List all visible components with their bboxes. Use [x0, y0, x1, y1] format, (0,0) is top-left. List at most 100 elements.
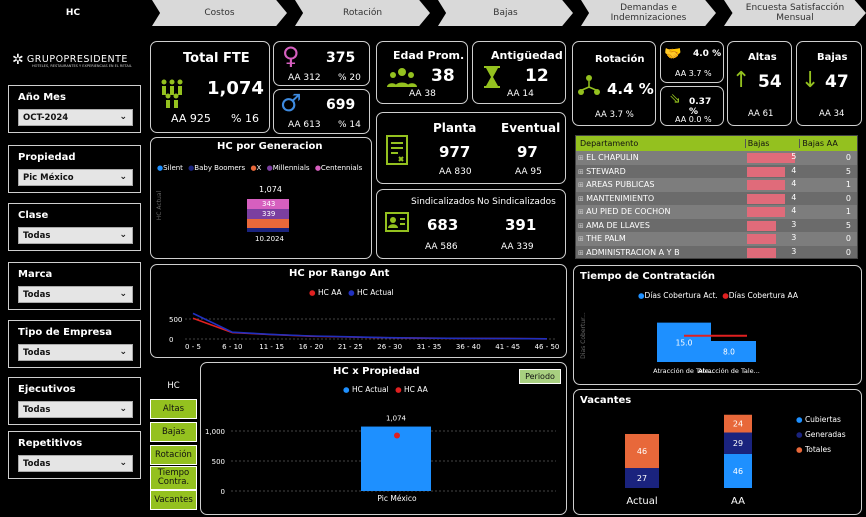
prop-chart: 1,000 500 0 1,074 Pic México [205, 415, 556, 503]
rotacion-value: 4.4 % [607, 80, 654, 98]
filter-0: Año Mes OCT-2024 ⌄ [8, 85, 141, 133]
chevron-down-icon: ⌄ [119, 172, 127, 182]
prop-ytick: 1,000 [205, 428, 225, 436]
filter-label: Marca [18, 269, 53, 280]
filter-6: Repetitivos Todas ⌄ [8, 431, 141, 479]
table-row[interactable]: ⊞ THE PALM 3 0 [576, 232, 857, 246]
filter-value: Todas [23, 459, 51, 469]
nav-tab-costos[interactable]: Costos [152, 0, 287, 26]
filter-select[interactable]: Todas ⌄ [18, 344, 133, 361]
header-bajas[interactable]: Bajas [744, 139, 800, 148]
planta-card: Planta 977 AA 830 Eventual 97 AA 95 [376, 112, 566, 184]
legend-centennials: Centennials [320, 164, 363, 172]
dept-name: STEWARD [586, 166, 626, 176]
table-row[interactable]: ⊞ AREAS PUBLICAS 4 1 [576, 178, 857, 192]
filter-label: Ejecutivos [18, 384, 76, 395]
rango-ytick: 0 [169, 336, 173, 344]
rot-inv-value: 0.37 % [689, 97, 712, 117]
rango-series-0 [192, 317, 548, 340]
vacantes-segment-label: 29 [733, 439, 743, 448]
table-row[interactable]: ⊞ AU PIED DE COCHON 4 1 [576, 205, 857, 219]
fte-value: 1,074 [207, 78, 264, 99]
expand-icon[interactable]: ⊞ [578, 181, 586, 189]
male-aa: AA 613 [288, 120, 321, 130]
group-icon [387, 68, 417, 87]
rango-ytick: 500 [169, 316, 182, 324]
chevron-down-icon: ⌄ [119, 112, 127, 122]
periodo-button[interactable]: Periodo [519, 369, 561, 384]
filter-4: Tipo de Empresa Todas ⌄ [8, 320, 141, 368]
header-bajas-aa[interactable]: Bajas AA [799, 139, 857, 148]
fte-pct: % 16 [231, 112, 259, 125]
nav-tab-rotacion[interactable]: Rotación [295, 0, 430, 26]
vacantes-title: Vacantes [580, 395, 632, 406]
hourglass-icon [484, 66, 500, 88]
generacion-legend: ●Silent ●Baby Boomers ●X ●Millennials ●C… [157, 164, 363, 172]
chevron-down-icon: ⌄ [119, 347, 127, 357]
bajas-aa: AA 34 [819, 109, 845, 119]
antiguedad-title: Antigüedad [491, 49, 563, 62]
table-row[interactable]: ⊞ STEWARD 4 5 [576, 164, 857, 178]
rango-xtick: 36 - 40 [456, 343, 481, 351]
expand-icon[interactable]: ⊞ [578, 154, 586, 162]
tab-bajas[interactable]: Bajas [150, 422, 197, 442]
legend-prop-actual: HC Actual [351, 385, 389, 394]
filter-select[interactable]: OCT-2024 ⌄ [18, 109, 133, 126]
table-row[interactable]: ⊞ MANTENIMIENTO 4 0 [576, 191, 857, 205]
expand-icon[interactable]: ⊞ [578, 168, 586, 176]
document-icon [386, 135, 408, 165]
nav-tab-bajas[interactable]: Bajas [438, 0, 573, 26]
table-row[interactable]: ⊞ EL CHAPULIN 5 0 [576, 151, 857, 165]
arrow-up-icon: ↑ [732, 68, 751, 93]
dept-bajas: 5 [791, 152, 797, 162]
tab-vacantes[interactable]: Vacantes [150, 490, 197, 510]
dept-bajas-aa: 5 [845, 220, 851, 230]
filter-select[interactable]: Todas ⌄ [18, 227, 133, 244]
prop-xtick: Pic México [377, 494, 417, 503]
contrat-xtick: Atracción de Tale... [698, 367, 760, 375]
nav-tab-demandas[interactable]: Demandas e Indemnizaciones [581, 0, 716, 26]
filter-select[interactable]: Todas ⌄ [18, 455, 133, 472]
vacantes-xtick: AA [731, 496, 745, 507]
expand-icon[interactable]: ⊞ [578, 208, 586, 216]
antiguedad-aa: AA 14 [507, 89, 534, 99]
rango-title: HC por Rango Ant [289, 268, 390, 279]
planta-aa: AA 830 [439, 167, 472, 177]
tab-tiempo-contra[interactable]: Tiempo Contra. [150, 466, 197, 490]
bajas-bar [746, 180, 785, 191]
vacantes-segment-label: 46 [637, 447, 647, 456]
expand-icon[interactable]: ⊞ [578, 235, 586, 243]
planta-title: Planta [433, 121, 477, 135]
female-card: ♀ 375 AA 312 % 20 [273, 41, 370, 86]
expand-icon[interactable]: ⊞ [578, 249, 586, 257]
vacantes-legend: ● Cubiertas ● Generadas ● Totales [796, 415, 846, 454]
male-card: ♂ 699 AA 613 % 14 [273, 89, 370, 134]
filter-select[interactable]: Todas ⌄ [18, 401, 133, 418]
departamento-table: Departamento Bajas Bajas AA ⊞ EL CHAPULI… [575, 135, 858, 259]
expand-icon[interactable]: ⊞ [578, 195, 586, 203]
altas-aa: AA 61 [748, 109, 774, 119]
nav-tab-encuesta[interactable]: Encuesta Satisfacción Mensual [724, 0, 866, 26]
logo-icon: ✲ [12, 52, 24, 68]
bajas-bar [746, 234, 776, 245]
header-departamento[interactable]: Departamento [576, 139, 745, 148]
table-row[interactable]: ⊞ ADMINISTRACION A Y B 3 0 [576, 245, 857, 258]
tab-hc[interactable]: HC [150, 376, 197, 396]
edad-title: Edad Prom. [393, 49, 465, 62]
rot-vol-aa: AA 3.7 % [675, 69, 712, 78]
tab-rotacion[interactable]: Rotación [150, 445, 197, 465]
rango-xtick: 21 - 25 [338, 343, 363, 351]
nav-tab-hc[interactable]: HC [0, 0, 146, 26]
contrat-bar-label: 15.0 [676, 338, 693, 347]
generacion-bar-x [247, 219, 289, 228]
rot-vol-value: 4.0 % [693, 49, 722, 59]
filter-select[interactable]: Pic México ⌄ [18, 169, 133, 186]
rot-involuntaria-card: ⇘ 0.37 % AA 0.0 % [660, 86, 724, 126]
contrat-legend: ●Días Cobertura Act. ●Días Cobertura AA [638, 291, 798, 300]
filter-value: Todas [23, 231, 51, 241]
eventual-title: Eventual [501, 121, 561, 135]
tab-altas[interactable]: Altas [150, 399, 197, 419]
filter-select[interactable]: Todas ⌄ [18, 286, 133, 303]
table-row[interactable]: ⊞ AMA DE LLAVES 3 5 [576, 218, 857, 232]
expand-icon[interactable]: ⊞ [578, 222, 586, 230]
